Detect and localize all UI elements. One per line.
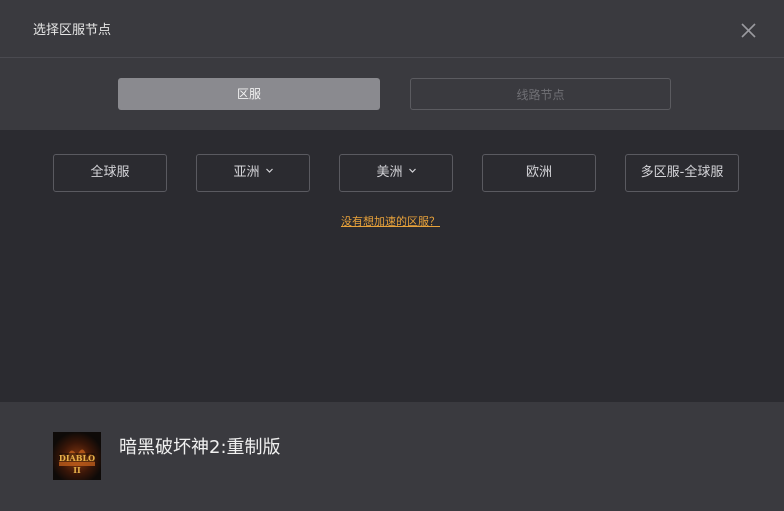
region-button-multi-global[interactable]: 多区服-全球服	[625, 154, 739, 192]
dialog-title: 选择区服节点	[33, 23, 112, 38]
select-server-dialog: 选择区服节点 区服 线路节点 全球服 亚洲 美洲 欧洲 多区服-全球服 没有想加…	[0, 0, 784, 511]
region-label: 欧洲	[525, 165, 552, 180]
region-button-europe[interactable]: 欧洲	[482, 154, 596, 192]
chevron-down-icon	[408, 168, 416, 173]
region-button-americas[interactable]: 美洲	[339, 154, 453, 192]
region-button-global[interactable]: 全球服	[53, 154, 167, 192]
game-title: 暗黑破坏神2:重制版	[119, 437, 281, 458]
diablo-2-logo-icon: DIABLO II	[53, 432, 101, 480]
region-panel: 全球服 亚洲 美洲 欧洲 多区服-全球服 没有想加速的区服？	[0, 130, 784, 402]
region-label: 多区服-全球服	[640, 165, 724, 180]
chevron-down-icon	[265, 168, 273, 173]
missing-region-link[interactable]: 没有想加速的区服？	[341, 214, 440, 230]
title-bar: 选择区服节点	[0, 0, 784, 58]
region-button-asia[interactable]: 亚洲	[196, 154, 310, 192]
svg-text:II: II	[73, 465, 81, 475]
close-icon[interactable]	[738, 21, 760, 41]
region-label: 全球服	[90, 165, 130, 180]
tab-route-node[interactable]: 线路节点	[410, 78, 671, 110]
tab-bar: 区服 线路节点	[0, 58, 784, 130]
svg-text:DIABLO: DIABLO	[59, 453, 95, 463]
tab-server[interactable]: 区服	[118, 78, 380, 110]
region-label: 亚洲	[233, 165, 260, 180]
game-footer: DIABLO II 暗黑破坏神2:重制版	[0, 402, 784, 511]
region-label: 美洲	[376, 165, 403, 180]
